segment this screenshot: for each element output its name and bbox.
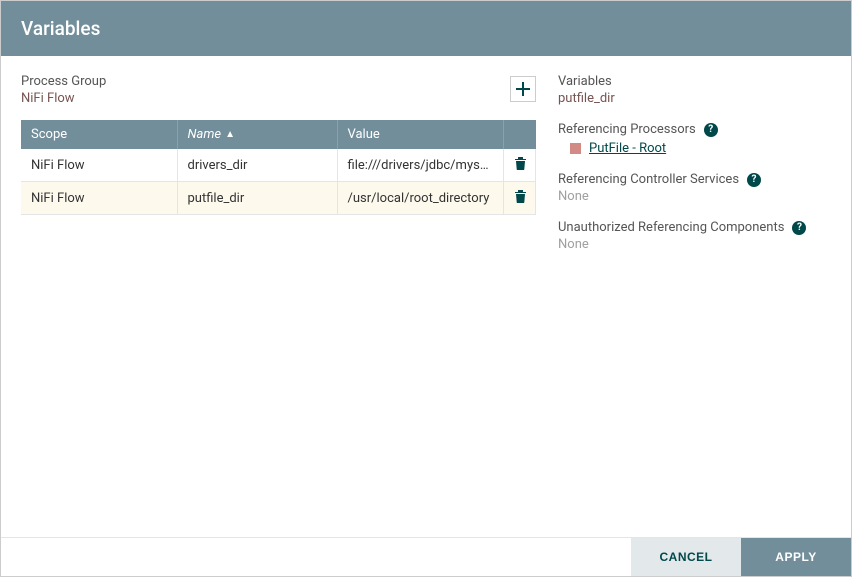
col-name-label: Name bbox=[188, 127, 222, 142]
col-scope[interactable]: Scope bbox=[21, 120, 177, 149]
help-icon[interactable]: ? bbox=[792, 221, 806, 235]
col-actions bbox=[504, 120, 536, 149]
delete-row-button[interactable] bbox=[514, 189, 527, 207]
ref-services-label: Referencing Controller Services bbox=[558, 172, 739, 187]
add-variable-button[interactable] bbox=[510, 76, 536, 102]
ref-processor-link[interactable]: PutFile - Root bbox=[589, 141, 666, 156]
cell-name: putfile_dir bbox=[177, 182, 337, 215]
unauth-none: None bbox=[558, 237, 831, 252]
variables-section-label: Variables bbox=[558, 74, 831, 89]
ref-services-none: None bbox=[558, 189, 831, 204]
table-row[interactable]: NiFi Flowdrivers_dirfile:///drivers/jdbc… bbox=[21, 149, 536, 182]
selected-variable: putfile_dir bbox=[558, 91, 831, 106]
col-value[interactable]: Value bbox=[337, 120, 504, 149]
dialog-title: Variables bbox=[1, 1, 851, 56]
cell-value: file:///drivers/jdbc/mysql-… bbox=[337, 149, 504, 182]
help-icon[interactable]: ? bbox=[704, 123, 718, 137]
apply-button[interactable]: APPLY bbox=[741, 538, 851, 576]
delete-row-button[interactable] bbox=[514, 156, 527, 174]
cell-name: drivers_dir bbox=[177, 149, 337, 182]
col-name[interactable]: Name▲ bbox=[177, 120, 337, 149]
process-group-name: NiFi Flow bbox=[21, 91, 106, 106]
cell-value: /usr/local/root_directory bbox=[337, 182, 504, 215]
trash-icon bbox=[514, 156, 527, 174]
ref-processor-item: PutFile - Root bbox=[570, 141, 831, 156]
sort-asc-icon: ▲ bbox=[225, 129, 235, 140]
variables-table: Scope Name▲ Value NiFi Flowdrivers_dirfi… bbox=[21, 120, 536, 215]
process-group-label: Process Group bbox=[21, 74, 106, 89]
processor-status-swatch bbox=[570, 143, 581, 154]
cancel-button[interactable]: CANCEL bbox=[631, 538, 741, 576]
cell-scope: NiFi Flow bbox=[21, 149, 177, 182]
cell-scope: NiFi Flow bbox=[21, 182, 177, 215]
ref-processors-label: Referencing Processors bbox=[558, 122, 696, 137]
plus-icon bbox=[516, 82, 530, 96]
help-icon[interactable]: ? bbox=[747, 173, 761, 187]
trash-icon bbox=[514, 189, 527, 207]
unauth-label: Unauthorized Referencing Components bbox=[558, 220, 784, 235]
table-row[interactable]: NiFi Flowputfile_dir/usr/local/root_dire… bbox=[21, 182, 536, 215]
